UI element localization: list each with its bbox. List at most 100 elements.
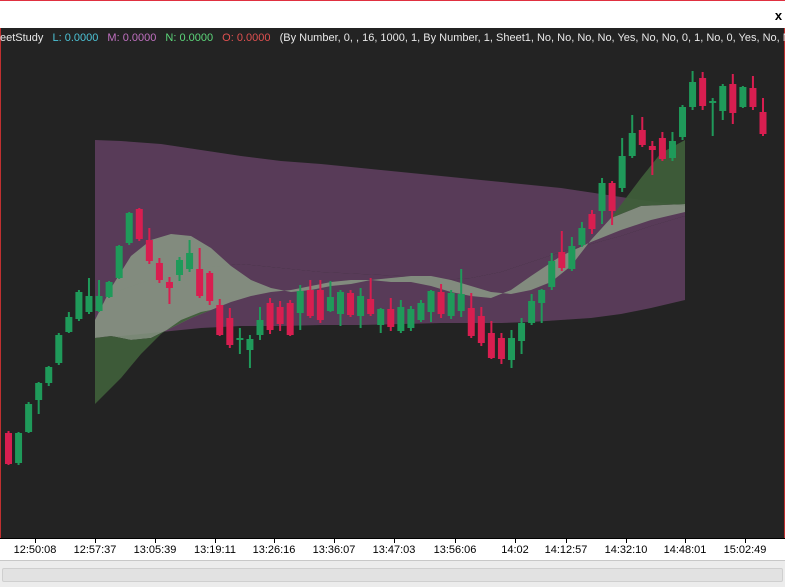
candle-down (658, 138, 666, 159)
candle-up (336, 292, 344, 314)
time-axis-label: 14:02 (501, 544, 529, 556)
candle-up (296, 291, 304, 313)
time-axis-label: 13:36:07 (312, 544, 356, 556)
candle-up (548, 261, 556, 287)
candle-up (35, 383, 43, 400)
candle-up (447, 293, 455, 316)
candle-down (729, 84, 737, 113)
candle-up (95, 296, 103, 311)
candle-up (176, 260, 184, 275)
candle-up (709, 101, 717, 103)
candle-down (367, 299, 375, 314)
candle-up (628, 133, 636, 156)
time-axis-label: 15:02:49 (723, 544, 767, 556)
study-m-value: M: 0.0000 (107, 32, 157, 44)
candle-up (246, 339, 254, 350)
candle-up (518, 323, 526, 341)
candle-down (759, 112, 767, 134)
tick-mark (35, 539, 36, 543)
candle-up (538, 290, 546, 303)
candle-down (749, 88, 757, 107)
candle-up (719, 86, 727, 111)
candle-up (598, 183, 606, 211)
time-axis-label: 12:50:08 (13, 544, 57, 556)
window-top-bar: x (0, 0, 785, 28)
study-n-value: N: 0.0000 (165, 32, 214, 44)
tick-mark (626, 539, 627, 543)
candle-up (739, 87, 747, 107)
candle-up (357, 296, 365, 316)
close-icon[interactable]: x (772, 2, 785, 28)
candle-up (679, 107, 687, 137)
tick-mark (566, 539, 567, 543)
tick-mark (685, 539, 686, 543)
candle-down (216, 305, 224, 335)
candle-up (115, 246, 123, 278)
candle-up (236, 338, 244, 340)
tick-mark (155, 539, 156, 543)
tick-mark (745, 539, 746, 543)
candle-up (407, 309, 415, 328)
candle-up (125, 213, 133, 243)
candle-up (256, 320, 264, 335)
tick-mark (274, 539, 275, 543)
candle-up (568, 246, 576, 269)
candle-down (286, 303, 294, 335)
tick-mark (95, 539, 96, 543)
candle-down (5, 433, 12, 464)
candle-up (45, 367, 53, 383)
candle-up (668, 141, 676, 158)
candle-up (326, 297, 334, 311)
candle-down (306, 290, 314, 316)
candle-down (206, 273, 214, 301)
candle-up (15, 433, 23, 463)
tick-mark (455, 539, 456, 543)
scrollbar-track[interactable] (2, 568, 783, 582)
candle-down (266, 303, 274, 330)
candle-down (226, 318, 234, 345)
candle-up (85, 296, 93, 312)
candle-down (588, 214, 596, 229)
tick-mark (394, 539, 395, 543)
candle-down (487, 333, 495, 358)
candle-up (457, 294, 465, 311)
tick-mark (215, 539, 216, 543)
study-info-line: eetStudy L: 0.0000 M: 0.0000 N: 0.0000 O… (0, 30, 785, 46)
tick-mark (515, 539, 516, 543)
time-axis: 12:50:08 12:57:37 13:05:39 13:19:11 13:26:16… (0, 538, 785, 560)
time-axis-label: 13:19:11 (193, 544, 237, 556)
time-axis-label: 13:05:39 (133, 544, 177, 556)
candle-down (437, 292, 445, 314)
candle-down (497, 338, 505, 359)
candle-down (699, 78, 707, 106)
candle-up (417, 303, 425, 320)
candle-up (689, 82, 697, 107)
candle-up (105, 282, 113, 297)
candle-down (165, 282, 173, 288)
candle-down (155, 263, 163, 280)
tick-mark (334, 539, 335, 543)
candle-up (75, 292, 83, 319)
candle-down (347, 293, 355, 315)
horizontal-scrollbar[interactable] (0, 560, 785, 587)
candle-up (427, 291, 435, 312)
candle-down (638, 130, 646, 145)
time-axis-label: 12:57:37 (73, 544, 117, 556)
candle-down (145, 240, 153, 261)
candle-up (397, 307, 405, 331)
time-axis-label: 14:48:01 (663, 544, 707, 556)
candle-up (508, 338, 515, 360)
candle-down (316, 290, 324, 320)
time-axis-label: 13:26:16 (252, 544, 296, 556)
chart-window: x eetStudy L: 0.0000 M: 0.0000 N: 0.0000… (0, 0, 785, 587)
candle-up (618, 156, 626, 188)
study-parameters: (By Number, 0, , 16, 1000, 1, By Number,… (279, 32, 785, 44)
candle-down (196, 269, 204, 296)
candle-down (387, 309, 395, 327)
time-axis-label: 14:12:57 (544, 544, 588, 556)
candle-down (276, 307, 284, 324)
chart-plot-area[interactable] (0, 28, 785, 538)
price-chart (5, 71, 767, 465)
candle-down (648, 146, 656, 150)
candle-down (467, 308, 475, 336)
